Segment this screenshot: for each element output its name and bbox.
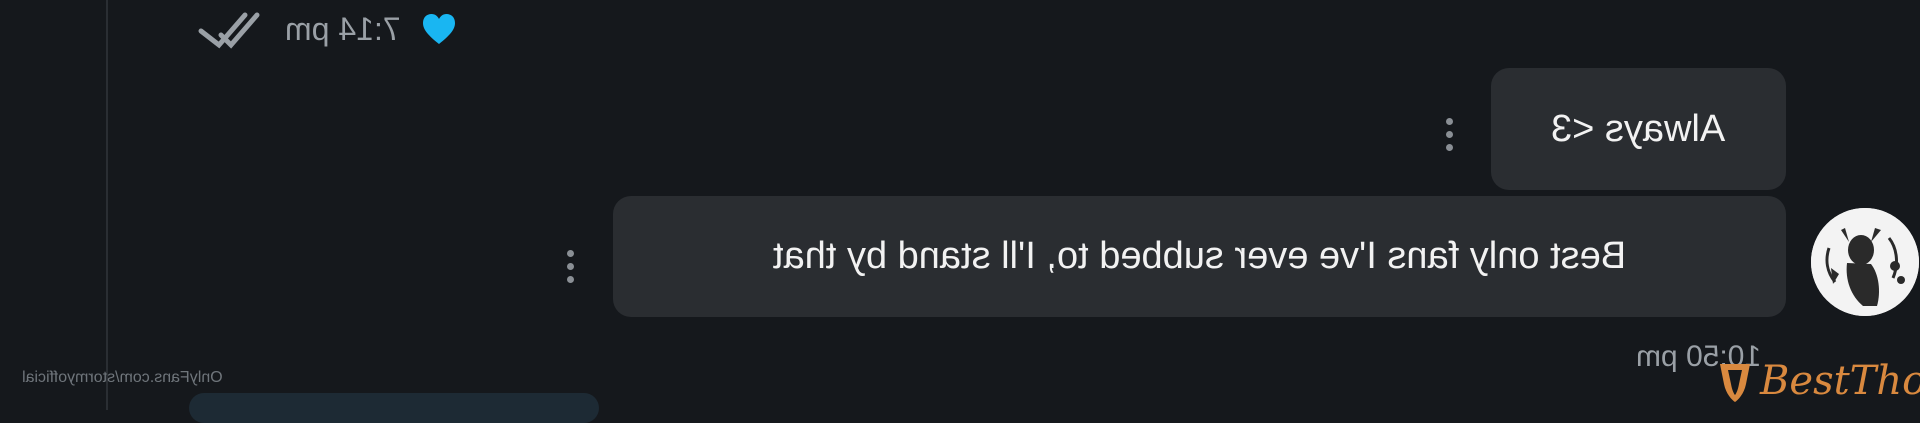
message-bubble[interactable]: Always <3: [1491, 68, 1786, 190]
dot: [566, 263, 574, 270]
watermark-logo: BestThot: [1716, 352, 1920, 410]
avatar[interactable]: [1811, 208, 1919, 316]
message-bubble-partial[interactable]: [189, 393, 599, 423]
message-options-button[interactable]: [566, 250, 574, 283]
thread-divider-line: [106, 0, 108, 410]
avatar-illustration: [1811, 208, 1919, 316]
watermark-url: OnlyFans.com/stormyofficial: [22, 369, 223, 386]
message-time: 7:14 pm: [285, 11, 401, 47]
brand-logo-icon: [1720, 364, 1750, 402]
brand-name: BestThot: [1760, 358, 1920, 404]
dot: [1445, 118, 1453, 125]
message-bubble[interactable]: Best only fans I've ever subbed to, I'll…: [613, 196, 1786, 317]
message-options-button[interactable]: [1445, 118, 1453, 151]
double-check-icon: [195, 9, 265, 49]
message-text: Best only fans I've ever subbed to, I'll…: [772, 235, 1627, 277]
dot: [566, 250, 574, 257]
dot: [1445, 144, 1453, 151]
heart-icon[interactable]: [421, 12, 457, 46]
message-text: Always <3: [1551, 107, 1726, 150]
dot: [1445, 131, 1453, 138]
dot: [566, 276, 574, 283]
message-status-row: 7:14 pm: [195, 4, 457, 54]
